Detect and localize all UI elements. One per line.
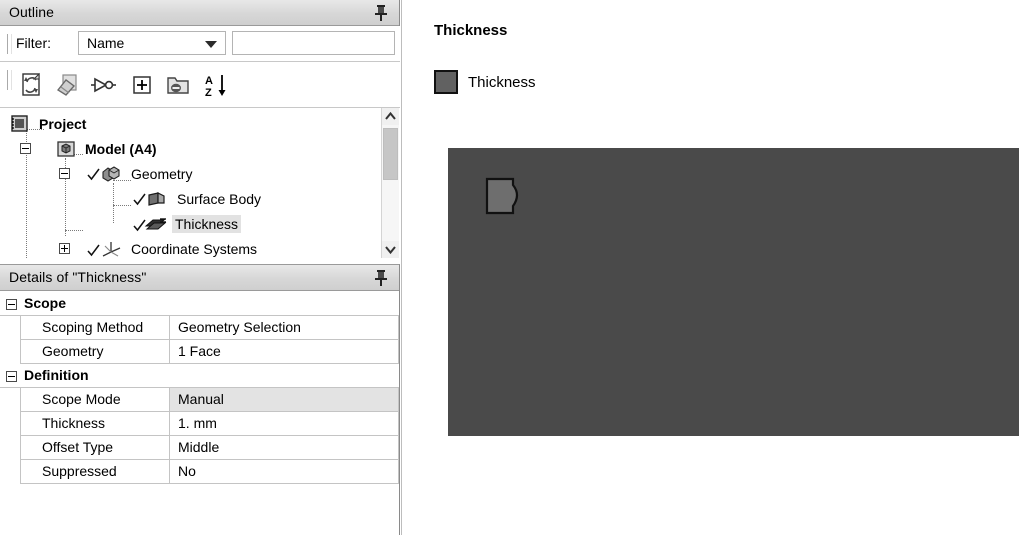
tree-item-label: Model (A4) bbox=[85, 140, 157, 157]
legend-color-swatch bbox=[434, 70, 458, 94]
named-selection-icon[interactable] bbox=[90, 71, 118, 99]
row-indent bbox=[0, 388, 20, 412]
details-panel-titlebar: Details of "Thickness" bbox=[0, 265, 399, 291]
row-indent bbox=[0, 316, 20, 340]
table-row[interactable]: Scoping Method Geometry Selection bbox=[0, 316, 399, 340]
tree-item-label: Surface Body bbox=[177, 190, 262, 207]
property-label: Offset Type bbox=[20, 436, 170, 460]
property-value[interactable]: No bbox=[170, 460, 399, 484]
table-row[interactable]: Suppressed No bbox=[0, 460, 399, 484]
tree-item-coordinate-systems[interactable]: Coordinate Systems bbox=[0, 236, 260, 258]
outline-tree-scrollbar[interactable] bbox=[381, 108, 399, 258]
table-row[interactable]: Offset Type Middle bbox=[0, 436, 399, 460]
tree-item-model[interactable]: Model (A4) bbox=[0, 136, 160, 161]
property-value[interactable]: Middle bbox=[170, 436, 399, 460]
surface-body-shape[interactable] bbox=[485, 176, 527, 216]
chevron-up-icon bbox=[385, 111, 396, 120]
property-label: Thickness bbox=[20, 412, 170, 436]
geometry-icon bbox=[100, 165, 120, 183]
details-group-scope[interactable]: Scope bbox=[0, 292, 399, 316]
svg-text:Z: Z bbox=[205, 87, 212, 99]
property-label: Scope Mode bbox=[20, 388, 170, 412]
property-value[interactable]: Manual bbox=[170, 388, 399, 412]
toolbar-grip[interactable] bbox=[7, 70, 12, 90]
3d-viewport[interactable] bbox=[448, 148, 1019, 436]
pin-icon[interactable] bbox=[373, 4, 389, 22]
outline-tree[interactable]: Project Model (A4) Geometry Surface Body… bbox=[0, 108, 400, 258]
tree-item-thickness[interactable]: Thickness bbox=[0, 211, 242, 236]
collapse-folder-icon[interactable] bbox=[164, 71, 192, 99]
details-group-definition[interactable]: Definition bbox=[0, 364, 399, 388]
property-value[interactable]: 1. mm bbox=[170, 412, 399, 436]
tree-item-label: Project bbox=[39, 115, 87, 132]
eraser-icon[interactable] bbox=[53, 71, 81, 99]
refresh-document-icon[interactable] bbox=[18, 71, 46, 99]
tree-item-label: Coordinate Systems bbox=[131, 240, 258, 257]
legend-label: Thickness bbox=[468, 74, 536, 91]
pin-icon[interactable] bbox=[373, 269, 389, 287]
check-icon bbox=[87, 168, 100, 181]
property-label: Suppressed bbox=[20, 460, 170, 484]
outline-panel-titlebar: Outline bbox=[0, 0, 399, 26]
property-value[interactable]: Geometry Selection bbox=[170, 316, 399, 340]
tree-item-project[interactable]: Project bbox=[0, 111, 89, 136]
scrollbar-down-button[interactable] bbox=[382, 241, 399, 258]
expand-all-icon[interactable] bbox=[128, 71, 156, 99]
row-indent bbox=[0, 340, 20, 364]
details-panel: Details of "Thickness" Scope Scoping Met… bbox=[0, 264, 400, 535]
filter-type-combobox[interactable]: Name bbox=[78, 31, 226, 55]
sort-az-icon[interactable]: A Z bbox=[202, 71, 230, 99]
scrollbar-thumb[interactable] bbox=[383, 128, 398, 180]
tree-item-geometry[interactable]: Geometry bbox=[0, 161, 195, 186]
project-icon bbox=[10, 114, 30, 133]
tree-item-surface-body[interactable]: Surface Body bbox=[0, 186, 264, 211]
filter-text-input[interactable] bbox=[232, 31, 395, 55]
property-label: Scoping Method bbox=[20, 316, 170, 340]
chevron-down-icon bbox=[205, 41, 217, 48]
tree-expander-minus[interactable] bbox=[59, 168, 70, 179]
tree-expander-plus[interactable] bbox=[59, 243, 70, 254]
surface-body-icon bbox=[146, 190, 166, 208]
left-panel-column: Outline Filter: Name A Z Project Model (… bbox=[0, 0, 402, 535]
tree-item-label: Geometry bbox=[131, 165, 193, 182]
coord-sys-icon bbox=[100, 240, 121, 258]
chevron-down-icon bbox=[385, 246, 396, 255]
details-group-label: Definition bbox=[24, 367, 89, 383]
graphics-area: Thickness Thickness bbox=[406, 0, 1019, 535]
tree-item-label: Thickness bbox=[172, 214, 242, 233]
outline-panel: Outline Filter: Name A Z Project Model (… bbox=[0, 0, 400, 258]
outline-toolbar: A Z bbox=[0, 62, 400, 108]
property-value[interactable]: 1 Face bbox=[170, 340, 399, 364]
outline-filter-row: Filter: Name bbox=[0, 26, 400, 62]
tree-expander-minus[interactable] bbox=[20, 143, 31, 154]
group-expander-minus[interactable] bbox=[6, 371, 17, 382]
scrollbar-up-button[interactable] bbox=[382, 108, 399, 125]
group-expander-minus[interactable] bbox=[6, 299, 17, 310]
graphics-title: Thickness bbox=[434, 22, 508, 39]
model-icon bbox=[56, 140, 76, 158]
check-icon bbox=[133, 193, 146, 206]
details-panel-title: Details of "Thickness" bbox=[9, 269, 147, 285]
property-label: Geometry bbox=[20, 340, 170, 364]
table-row[interactable]: Geometry 1 Face bbox=[0, 340, 399, 364]
row-indent bbox=[0, 460, 20, 484]
check-icon bbox=[87, 244, 100, 257]
table-row[interactable]: Thickness 1. mm bbox=[0, 412, 399, 436]
details-property-table: Scope Scoping Method Geometry Selection … bbox=[0, 292, 399, 484]
outline-panel-title: Outline bbox=[9, 4, 55, 20]
thickness-icon bbox=[144, 215, 167, 233]
row-indent bbox=[0, 412, 20, 436]
details-group-label: Scope bbox=[24, 295, 67, 311]
toolbar-grip[interactable] bbox=[7, 34, 12, 54]
row-indent bbox=[0, 436, 20, 460]
filter-label: Filter: bbox=[16, 35, 51, 51]
svg-text:A: A bbox=[205, 75, 213, 87]
table-row[interactable]: Scope Mode Manual bbox=[0, 388, 399, 412]
filter-type-value: Name bbox=[87, 35, 125, 51]
